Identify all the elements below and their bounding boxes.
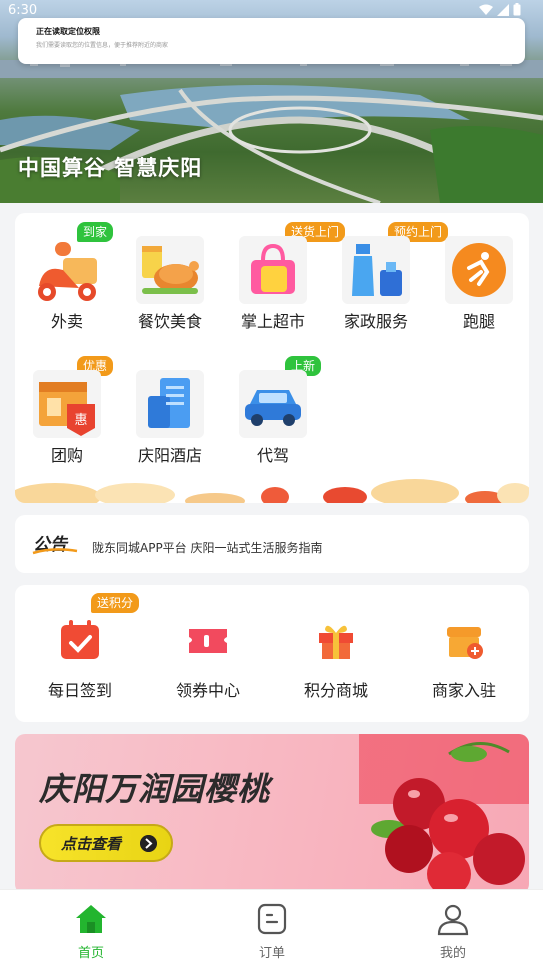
service-supermarket[interactable]: 送货上门 掌上超市 <box>221 213 346 333</box>
promo-view-button[interactable]: 点击查看 <box>39 824 173 862</box>
decorative-clouds <box>15 479 529 503</box>
roast-chicken-icon <box>136 236 204 304</box>
action-merchant-join[interactable]: 商家入驻 <box>399 615 527 705</box>
service-label: 餐饮美食 <box>137 312 202 331</box>
quick-actions-card: 送积分 每日签到 领券中心 积分商城 商家入驻 <box>15 585 529 722</box>
scooter-icon <box>33 236 101 304</box>
home-icon <box>76 905 106 933</box>
shop-add-icon <box>447 627 483 659</box>
promo-button-label: 点击查看 <box>61 834 122 853</box>
promo-title: 庆阳万润园樱桃 <box>39 770 271 808</box>
services-card: 到家 外卖 餐饮美食 送货上门 掌上超市 预约上门 家政服务 跑腿 优惠 惠 团… <box>15 213 529 503</box>
service-label: 家政服务 <box>343 312 408 331</box>
order-icon <box>257 903 287 935</box>
promo-banner[interactable]: 庆阳万润园樱桃 点击查看 <box>15 734 529 894</box>
service-group-buy[interactable]: 优惠 惠 团购 <box>15 347 115 467</box>
location-permission-toast: 正在读取定位权限 我们需要读取您的位置信息，便于推荐附近的商家 <box>18 18 525 64</box>
hero-slogan: 中国算谷 智慧庆阳 <box>18 156 203 180</box>
action-daily-checkin[interactable]: 送积分 每日签到 <box>15 593 143 705</box>
svg-text:惠: 惠 <box>74 413 87 428</box>
service-hotel[interactable]: 庆阳酒店 <box>118 347 218 467</box>
service-label: 团购 <box>50 446 83 465</box>
cherries-image <box>359 734 529 894</box>
tab-label: 我的 <box>439 946 466 961</box>
status-time: 6:30 <box>8 3 38 18</box>
toast-title: 正在读取定位权限 <box>36 27 100 36</box>
action-label: 领券中心 <box>175 681 240 700</box>
hotel-building-icon <box>136 370 204 438</box>
cleaning-spray-icon <box>342 236 410 304</box>
toast-message: 我们需要读取您的位置信息，便于推荐附近的商家 <box>36 42 169 49</box>
calendar-check-icon <box>61 620 99 659</box>
tab-label: 首页 <box>77 946 104 961</box>
user-icon <box>437 904 469 936</box>
action-points-mall[interactable]: 积分商城 <box>271 615 399 705</box>
tab-label: 订单 <box>258 946 285 961</box>
service-designated-driver[interactable]: 上新 代驾 <box>221 347 322 467</box>
runner-icon <box>445 236 513 304</box>
shopping-bag-icon <box>239 236 307 304</box>
action-label: 积分商城 <box>303 681 368 700</box>
service-label: 外卖 <box>50 312 83 331</box>
battery-icon <box>513 3 521 16</box>
action-label: 每日签到 <box>47 681 112 700</box>
service-label: 庆阳酒店 <box>137 446 202 465</box>
service-takeout[interactable]: 到家 外卖 <box>15 213 115 333</box>
service-housekeeping[interactable]: 预约上门 家政服务 <box>324 213 449 333</box>
service-label: 掌上超市 <box>240 312 305 331</box>
bottom-tab-bar: 首页 订单 我的 <box>0 889 543 965</box>
tab-orders[interactable]: 订单 <box>222 902 322 962</box>
ticket-icon <box>189 629 227 653</box>
announcement-text: 陇东同城APP平台 庆阳一站式生活服务指南 <box>92 541 323 555</box>
gift-icon <box>319 625 353 659</box>
service-errand[interactable]: 跑腿 <box>427 213 527 333</box>
action-badge: 送积分 <box>91 593 140 613</box>
store-coupon-icon: 惠 <box>33 370 101 438</box>
tab-mine[interactable]: 我的 <box>403 902 503 962</box>
wifi-icon <box>479 4 493 15</box>
service-label: 代驾 <box>256 446 289 465</box>
service-dining[interactable]: 餐饮美食 <box>118 213 218 333</box>
tab-home[interactable]: 首页 <box>41 902 141 962</box>
car-icon <box>239 370 307 438</box>
status-icons <box>479 3 521 16</box>
service-label: 跑腿 <box>462 312 495 331</box>
announcement-logo-icon: 公告 <box>32 535 78 555</box>
action-label: 商家入驻 <box>431 681 496 700</box>
signal-icon <box>497 3 509 16</box>
action-coupon-center[interactable]: 领券中心 <box>143 615 271 705</box>
announcement-bar[interactable]: 公告 陇东同城APP平台 庆阳一站式生活服务指南 <box>15 515 529 573</box>
arrow-right-icon <box>140 835 157 852</box>
